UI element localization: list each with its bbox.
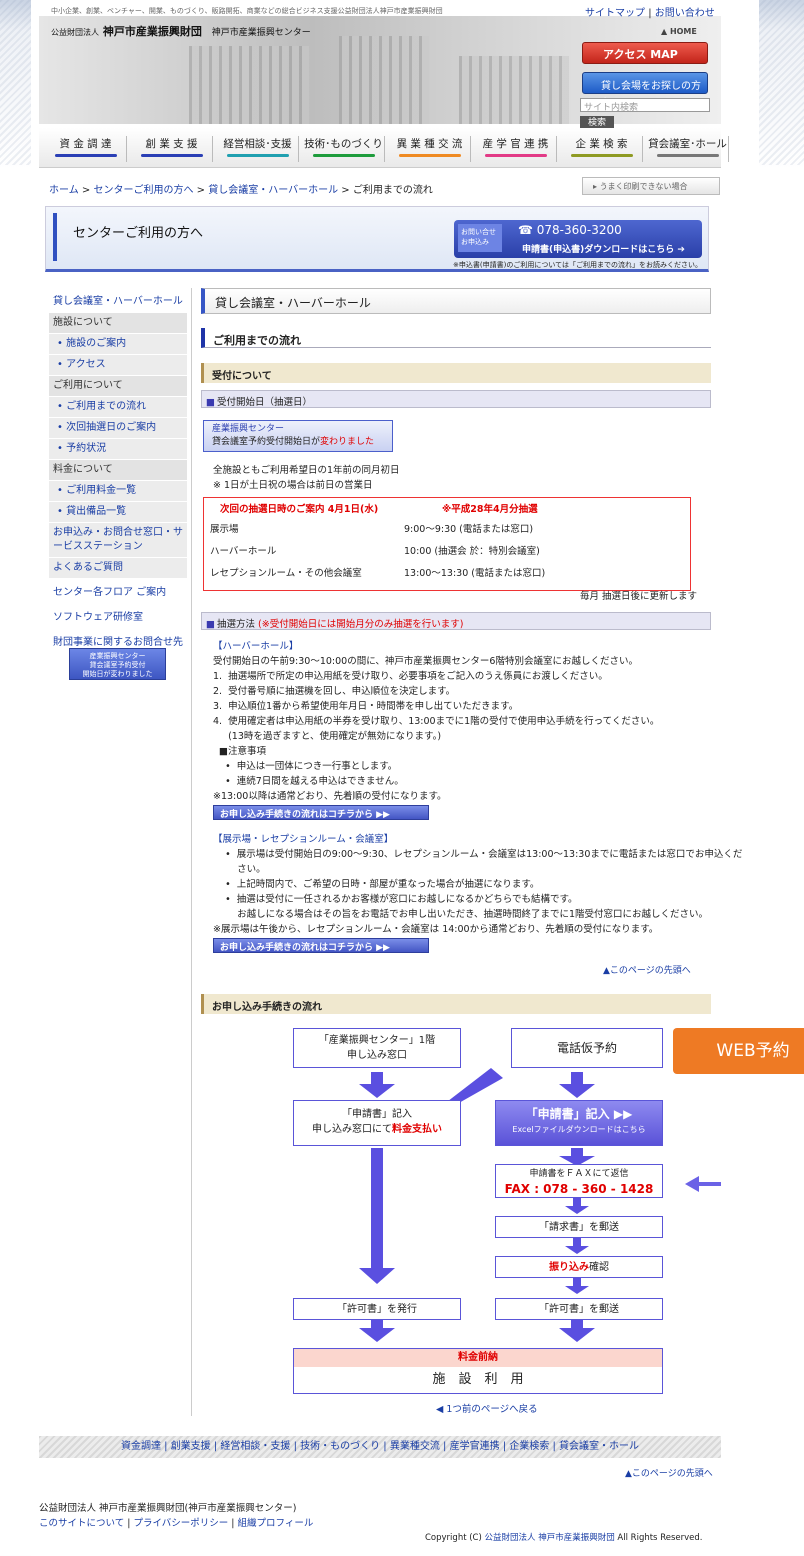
page-title: センターご利用の方へ [73, 226, 204, 241]
lottery-row-2-label: レセプションルーム・その他会議室 [210, 568, 362, 579]
hlines-line: 2. 受付番号順に抽選機を回し、申込順位を決定します。 [213, 686, 456, 697]
lottery-row-0-label: 展示場 [210, 524, 239, 535]
web-reservation-button[interactable]: WEB予約 [673, 1028, 804, 1074]
subsection-title: ご利用までの流れ [201, 328, 711, 348]
contact-box[interactable]: お問い合せ お申込み ☎ 078-360-3200 申請書(申込書)ダウンロードは… [454, 220, 702, 258]
flow-excel-download[interactable]: 「申請書」記入 ▶▶ Excelファイルダウンロードはこちら [495, 1100, 663, 1146]
breadcrumb-current: ご利用までの流れ [352, 185, 433, 196]
elines-line: • 抽選は受付に一任されるかお客様が窓口にお越しになるかどちらでも結構です。 [213, 894, 578, 905]
flow-permit-mail: 「許可書」を郵送 [495, 1298, 663, 1320]
sidebar-item-0[interactable]: 貸し会議室・ハーバーホール [49, 292, 187, 313]
section-title: 貸し会議室・ハーバーホール [201, 288, 711, 314]
flow-invoice: 「請求書」を郵送 [495, 1216, 663, 1238]
lottery-row-1-time: 10:00 (抽選会 於：特別会議室) [404, 546, 540, 557]
heading-reception: 受付について [201, 363, 711, 383]
elines-line: お越しになる場合はその旨をお電話でお申し出いただき、抽選時間終了までに1階受付窓… [213, 909, 709, 920]
heading-start-date: 受付開始日（抽選日） [201, 390, 711, 408]
global-nav: 資 金 調 達創 業 支 援経営相談･支援 技術･ものづくり異 業 種 交 流産 … [39, 128, 729, 168]
footer-org: 公益財団法人 神戸市産業振興財団(神戸市産業振興センター) [39, 1503, 297, 1514]
nav-item-6[interactable]: 企 業 検 索 [561, 136, 643, 162]
sidebar-item-12[interactable]: よくあるご質問 [49, 558, 187, 579]
lottery-row-1-label: ハーバーホール [210, 546, 277, 557]
sidebar-item-11[interactable]: お申込み・お問合せ窓口・サービスステーション [49, 523, 187, 558]
sidebar-item-7[interactable]: • 予約状況 [49, 439, 187, 460]
elines-line: さい。 [213, 864, 266, 875]
date-change-banner[interactable]: 産業振興センター 貸会議室予約受付開始日が変わりました [203, 420, 393, 452]
next-lottery-box: 次回の抽選日時のご案内 4月1日(水) ※平成28年4月分抽選 展示場 9:00〜… [203, 497, 691, 591]
elines-line: ※展示場は午後から、レセプションルーム・会議室は 14:00から通常どおり、先着… [213, 924, 659, 935]
hlines-line: • 連続7日間を越える申込はできません。 [213, 776, 404, 787]
flow-phone-reservation: 電話仮予約 [511, 1028, 663, 1068]
copyright: Copyright (C) 公益財団法人 神戸市産業振興財団 All Right… [425, 1533, 703, 1543]
sidebar-item-1: 施設について [49, 313, 187, 334]
hlines-line: • 申込は一団体につき一行事とします。 [213, 761, 398, 772]
flow-permit-issue: 「許可書」を発行 [293, 1298, 461, 1320]
elines-line: • 上記時間内で、ご希望の日時・部屋が重なった場合が抽選になります。 [213, 879, 540, 890]
contact-link[interactable]: お問い合わせ [655, 8, 715, 19]
breadcrumb-center[interactable]: センターご利用の方へ [93, 185, 193, 196]
download-note: ※申込書(申請書)のご利用については「ご利用までの流れ」をお読みください。 [453, 261, 702, 269]
flow-link-button-2[interactable]: お申し込み手続きの流れはコチラから ▶▶ [213, 938, 429, 953]
home-link[interactable]: ▲ HOME [661, 27, 697, 36]
hlines-line: 4. 使用確定者は申込用紙の半券を受け取り、13:00までに1階の受付で使用申込… [213, 716, 660, 727]
page-top-link[interactable]: ▲このページの先頭へ [603, 964, 691, 979]
flow-transfer: 振り込み確認 [495, 1256, 663, 1278]
nav-item-2[interactable]: 経営相談･支援 [217, 136, 299, 162]
sidebar-item-8: 料金について [49, 460, 187, 481]
page-wrapper: 中小企業、創業、ベンチャー、開業、ものづくり、販路開拓、商業などの総合ビジネス支… [31, 0, 804, 1556]
hlines-line: 1. 抽選場所で所定の申込用紙を受け取り、必要事項をご記入のうえ係員にお渡しくだ… [213, 671, 608, 682]
elines-line: • 展示場は受付開始日の9:00〜9:30、レセプションルーム・会議室は13:0… [213, 849, 743, 860]
nav-item-5[interactable]: 産 学 官 連 携 [475, 136, 557, 162]
sidebar-item-10[interactable]: • 貸出備品一覧 [49, 502, 187, 523]
hlines-line: 3. 申込順位1番から希望使用年月日・時間帯を申し出ていただきます。 [213, 701, 519, 712]
nav-item-7[interactable]: 貸会議室･ホール [647, 136, 729, 162]
sidebar-item-9[interactable]: • ご利用料金一覧 [49, 481, 187, 502]
back-link[interactable]: ◀ 1つ前のページへ戻る [436, 1402, 538, 1417]
logo[interactable]: 公益財団法人 神戸市産業振興財団 神戸市産業振興センター [51, 23, 311, 39]
sidebar-item-4: ご利用について [49, 376, 187, 397]
sidebar-item-6[interactable]: • 次回抽選日のご案内 [49, 418, 187, 439]
footer-links: このサイトについて | プライバシーポリシー | 組織プロフィール [39, 1518, 314, 1529]
sidebar-item-14[interactable]: ソフトウェア研修室 [49, 608, 187, 629]
lottery-row-2-time: 13:00〜13:30 (電話または窓口) [404, 568, 546, 579]
footer-page-top[interactable]: ▲このページの先頭へ [625, 1466, 713, 1479]
flow-fax: 申請書をＦＡＸにて返信 FAX : 078 - 360 - 1428 [495, 1164, 663, 1198]
breadcrumb: ホーム > センターご利用の方へ > 貸し会議室・ハーバーホール > ご利用まで… [49, 185, 433, 196]
access-map-button[interactable]: アクセス MAP [582, 42, 708, 64]
tagline: 中小企業、創業、ベンチャー、開業、ものづくり、販路開拓、商業などの総合ビジネス支… [51, 7, 443, 15]
nav-item-4[interactable]: 異 業 種 交 流 [389, 136, 471, 162]
hlines-line: ※13:00以降は通常どおり、先着順の受付になります。 [213, 791, 447, 802]
sidebar-item-2[interactable]: • 施設のご案内 [49, 334, 187, 355]
nav-item-3[interactable]: 技術･ものづくり [303, 136, 385, 162]
flow-window: 「産業振興センター」1階 申し込み窓口 [293, 1028, 461, 1068]
search-input[interactable]: サイト内検索 [580, 98, 710, 113]
breadcrumb-rooms[interactable]: 貸し会議室・ハーバーホール [208, 185, 338, 196]
nav-item-0[interactable]: 資 金 調 達 [45, 136, 127, 162]
heading-lottery-method: 抽選方法 (※受付開始日には開始月分のみ抽選を行います) [201, 612, 711, 630]
flow-facility-use: 料金前納 施 設 利 用 [293, 1348, 663, 1394]
heading-flow: お申し込み手続きの流れ [201, 994, 711, 1014]
nav-item-1[interactable]: 創 業 支 援 [131, 136, 213, 162]
phone-number: ☎ 078-360-3200 [518, 223, 622, 237]
sidebar: 貸し会議室・ハーバーホール 施設について • 施設のご案内 • アクセス ご利用について… [49, 288, 187, 654]
top-links: サイトマップ | お問い合わせ [585, 8, 715, 19]
sidebar-item-13[interactable]: センター各フロア ご案内 [49, 583, 187, 604]
sidebar-item-3[interactable]: • アクセス [49, 355, 187, 376]
hlines-line: ■注意事項 [213, 746, 267, 757]
lottery-row-0-time: 9:00〜9:30 (電話または窓口) [404, 524, 534, 535]
print-help-button[interactable]: ▸ うまく印刷できない場合 [582, 177, 720, 195]
sidebar-banner[interactable]: 産業振興センター 貸会議室予約受付 開始日が変わりました [69, 648, 166, 680]
find-room-button[interactable]: 貸し会場をお探しの方へ [582, 72, 708, 107]
footer-nav: 資金調達 | 創業支援 | 経営相談・支援 | 技術・ものづくり | 異業種交流… [39, 1436, 721, 1458]
breadcrumb-home[interactable]: ホーム [49, 185, 79, 196]
hlines-line: (13時を過ぎますと、使用確定が無効になります。) [213, 731, 442, 742]
hlines-line: 受付開始日の午前9:30〜10:00の間に、神戸市産業振興センター6階特別会議室… [213, 656, 638, 667]
sidebar-item-5[interactable]: • ご利用までの流れ [49, 397, 187, 418]
flow-link-button-1[interactable]: お申し込み手続きの流れはコチラから ▶▶ [213, 805, 429, 820]
download-link[interactable]: 申請書(申込書)ダウンロードはこちら ➔ [522, 242, 685, 255]
sitemap-link[interactable]: サイトマップ [585, 8, 645, 19]
flow-application-window: 「申請書」記入 申し込み窓口にて料金支払い [293, 1100, 461, 1146]
